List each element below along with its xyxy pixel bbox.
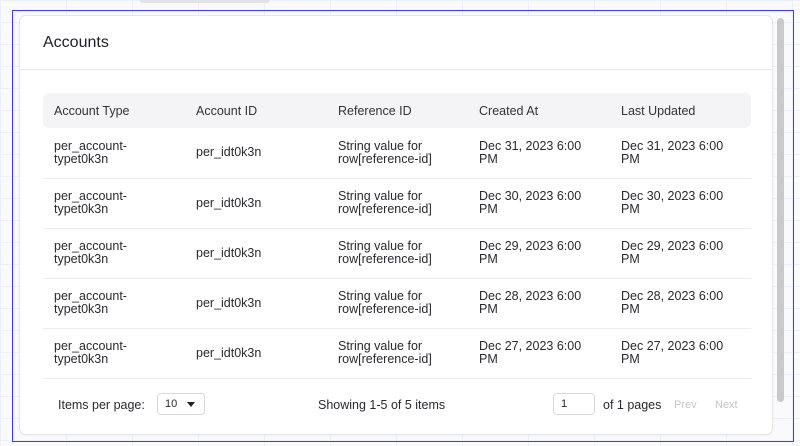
table-row[interactable]: per_account-typet0k3n per_idt0k3n String… bbox=[43, 128, 751, 179]
column-header-account-id: Account ID bbox=[196, 103, 258, 118]
accounts-table-container: Account Type Account ID Reference ID Cre… bbox=[43, 93, 751, 379]
column-header-reference-id: Reference ID bbox=[338, 103, 412, 118]
cell-created-at: Dec 31, 2023 6:00 PM bbox=[468, 128, 610, 179]
cell-last-updated: Dec 29, 2023 6:00 PM bbox=[610, 228, 751, 279]
cell-account-id: per_idt0k3n bbox=[185, 328, 327, 379]
page-title: Accounts bbox=[43, 33, 109, 51]
cell-reference-id: String value for row[reference-id] bbox=[327, 228, 468, 279]
showing-items-text: Showing 1-5 of 5 items bbox=[318, 398, 446, 412]
items-per-page-label: Items per page: bbox=[58, 398, 145, 412]
cell-reference-id: String value for row[reference-id] bbox=[327, 328, 468, 379]
cell-account-type: per_account-typet0k3n bbox=[43, 128, 185, 179]
cell-reference-id: String value for row[reference-id] bbox=[327, 178, 468, 229]
accounts-card: Accounts Account Type Account ID Referen… bbox=[20, 16, 772, 434]
next-page-button[interactable]: Next bbox=[715, 399, 738, 411]
column-header-account-type: Account Type bbox=[54, 103, 130, 118]
cell-reference-id: String value for row[reference-id] bbox=[327, 278, 468, 329]
cell-reference-id: String value for row[reference-id] bbox=[327, 128, 468, 179]
caret-down-icon bbox=[187, 402, 195, 407]
cell-last-updated: Dec 28, 2023 6:00 PM bbox=[610, 278, 751, 329]
prev-page-button[interactable]: Prev bbox=[674, 399, 697, 411]
pagination-bar: Items per page: 10 Showing 1-5 of 5 item… bbox=[20, 390, 772, 420]
column-header-last-updated: Last Updated bbox=[621, 103, 696, 118]
top-tab-edge bbox=[140, 0, 270, 3]
cell-created-at: Dec 29, 2023 6:00 PM bbox=[468, 228, 610, 279]
table-row[interactable]: per_account-typet0k3n per_idt0k3n String… bbox=[43, 328, 751, 379]
card-header: Accounts bbox=[20, 16, 772, 70]
total-pages-text: of 1 pages bbox=[603, 398, 662, 412]
accounts-table: Account Type Account ID Reference ID Cre… bbox=[43, 93, 751, 379]
cell-created-at: Dec 30, 2023 6:00 PM bbox=[468, 178, 610, 229]
column-header-created-at: Created At bbox=[479, 103, 539, 118]
cell-account-type: per_account-typet0k3n bbox=[43, 278, 185, 329]
items-per-page-value: 10 bbox=[165, 398, 178, 410]
cell-created-at: Dec 28, 2023 6:00 PM bbox=[468, 278, 610, 329]
cell-last-updated: Dec 30, 2023 6:00 PM bbox=[610, 178, 751, 229]
cell-account-id: per_idt0k3n bbox=[185, 178, 327, 229]
cell-last-updated: Dec 27, 2023 6:00 PM bbox=[610, 328, 751, 379]
table-row[interactable]: per_account-typet0k3n per_idt0k3n String… bbox=[43, 278, 751, 329]
cell-account-id: per_idt0k3n bbox=[185, 278, 327, 329]
cell-account-id: per_idt0k3n bbox=[185, 228, 327, 279]
cell-created-at: Dec 27, 2023 6:00 PM bbox=[468, 328, 610, 379]
cell-account-type: per_account-typet0k3n bbox=[43, 228, 185, 279]
table-header-row: Account Type Account ID Reference ID Cre… bbox=[43, 93, 751, 128]
table-row[interactable]: per_account-typet0k3n per_idt0k3n String… bbox=[43, 228, 751, 279]
page-number-input[interactable] bbox=[553, 393, 595, 415]
cell-account-id: per_idt0k3n bbox=[185, 128, 327, 179]
cell-last-updated: Dec 31, 2023 6:00 PM bbox=[610, 128, 751, 179]
vertical-scrollbar[interactable] bbox=[777, 18, 784, 402]
cell-account-type: per_account-typet0k3n bbox=[43, 328, 185, 379]
table-row[interactable]: per_account-typet0k3n per_idt0k3n String… bbox=[43, 178, 751, 229]
items-per-page-select[interactable]: 10 bbox=[157, 393, 205, 415]
cell-account-type: per_account-typet0k3n bbox=[43, 178, 185, 229]
